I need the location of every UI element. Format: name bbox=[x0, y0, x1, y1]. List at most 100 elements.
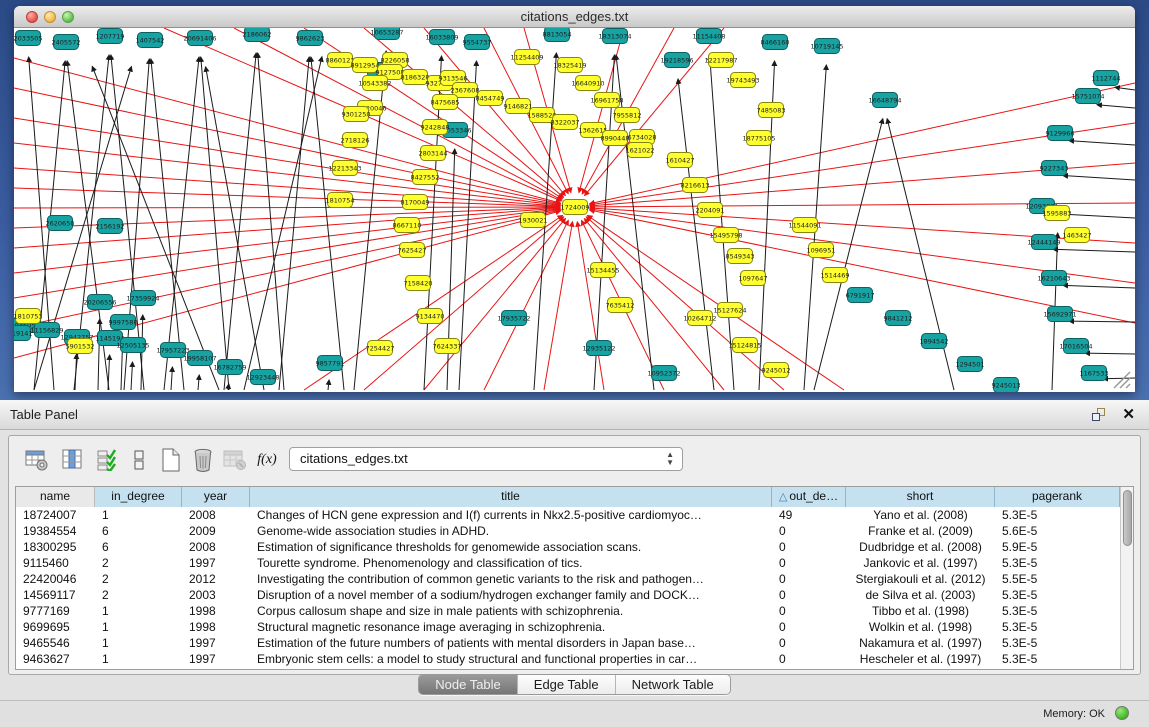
table-cell[interactable]: 5.3E-5 bbox=[995, 507, 1120, 523]
graph-node[interactable]: 17935722 bbox=[497, 311, 530, 326]
column-header-year[interactable]: year bbox=[182, 487, 250, 507]
graph-node[interactable]: 15692971 bbox=[1043, 307, 1076, 322]
table-cell[interactable]: 19384554 bbox=[16, 523, 95, 539]
graph-edge[interactable] bbox=[710, 55, 734, 390]
graph-edge[interactable] bbox=[544, 222, 572, 390]
graph-node[interactable]: 1894542 bbox=[920, 334, 949, 349]
column-header-name[interactable]: name bbox=[16, 487, 95, 507]
vertical-scrollbar[interactable] bbox=[1120, 487, 1133, 669]
graph-node[interactable]: 19743493 bbox=[726, 73, 759, 88]
graph-node[interactable]: 1621022 bbox=[626, 143, 655, 158]
canvas-resize-grip[interactable] bbox=[1114, 372, 1130, 388]
table-cell[interactable]: 2003 bbox=[182, 587, 250, 603]
table-cell[interactable]: 0 bbox=[772, 571, 846, 587]
graph-node[interactable]: 10264712 bbox=[683, 311, 716, 326]
graph-edge[interactable] bbox=[1063, 176, 1135, 180]
network-view-window[interactable]: citations_edges.txt 20335052405572120771… bbox=[14, 6, 1135, 392]
table-cell[interactable]: 6 bbox=[95, 539, 182, 555]
table-row[interactable]: 1830029562008Estimation of significance … bbox=[16, 539, 1120, 555]
table-cell[interactable]: de Silva et al. (2003) bbox=[846, 587, 995, 603]
table-cell[interactable]: Wolkin et al. (1998) bbox=[846, 619, 995, 635]
graph-edge[interactable] bbox=[424, 219, 565, 390]
network-canvas[interactable]: 2033505240557212077191407542206914062186… bbox=[14, 28, 1135, 392]
graph-node[interactable]: 16640910 bbox=[571, 76, 604, 91]
table-cell[interactable]: 1998 bbox=[182, 619, 250, 635]
import-table-icon[interactable] bbox=[93, 446, 121, 474]
function-builder-icon[interactable]: f(x) bbox=[253, 446, 281, 474]
graph-node[interactable]: 12505135 bbox=[116, 338, 149, 353]
table-cell[interactable]: 9463627 bbox=[16, 651, 95, 667]
graph-node[interactable]: 12217987 bbox=[704, 53, 737, 68]
table-cell[interactable]: 2008 bbox=[182, 507, 250, 523]
tab-network-table[interactable]: Network Table bbox=[616, 675, 730, 694]
table-cell[interactable]: 18300295 bbox=[16, 539, 95, 555]
table-cell[interactable]: Tibbo et al. (1998) bbox=[846, 603, 995, 619]
column-header-short[interactable]: short bbox=[846, 487, 995, 507]
graph-edge[interactable] bbox=[1115, 87, 1135, 90]
graph-node[interactable]: 8216613 bbox=[681, 178, 710, 193]
graph-node[interactable]: 15127624 bbox=[713, 303, 746, 318]
table-cell[interactable]: 0 bbox=[772, 587, 846, 603]
graph-node[interactable]: 12935122 bbox=[582, 341, 615, 356]
graph-node[interactable]: 18775105 bbox=[742, 131, 775, 146]
graph-node[interactable]: 11154408 bbox=[692, 29, 725, 44]
table-row[interactable]: 2242004622012Investigating the contribut… bbox=[16, 571, 1120, 587]
table-cell[interactable]: 0 bbox=[772, 539, 846, 555]
table-row[interactable]: 1938455462009Genome-wide association stu… bbox=[16, 523, 1120, 539]
graph-node[interactable]: 19958107 bbox=[183, 351, 216, 366]
table-disabled-icon[interactable] bbox=[221, 446, 249, 474]
graph-node[interactable]: 1207719 bbox=[96, 29, 125, 44]
table-cell[interactable]: 1 bbox=[95, 651, 182, 667]
table-cell[interactable]: Franke et al. (2009) bbox=[846, 523, 995, 539]
graph-node[interactable]: 8170049 bbox=[401, 195, 430, 210]
table-cell[interactable]: 22420046 bbox=[16, 571, 95, 587]
graph-node[interactable]: 7158420 bbox=[404, 276, 433, 291]
graph-node[interactable]: 8466160 bbox=[761, 35, 790, 50]
graph-node[interactable]: 2405572 bbox=[52, 35, 81, 50]
table-cell[interactable]: 9699695 bbox=[16, 619, 95, 635]
table-cell[interactable]: 5.3E-5 bbox=[995, 603, 1120, 619]
graph-node[interactable]: 8549343 bbox=[726, 249, 755, 264]
graph-edge[interactable] bbox=[98, 319, 100, 390]
table-cell[interactable]: Tourette syndrome. Phenomenology and cla… bbox=[250, 555, 772, 571]
graph-edge[interactable] bbox=[585, 28, 724, 195]
graph-edge[interactable] bbox=[131, 362, 133, 390]
graph-edge[interactable] bbox=[258, 53, 284, 390]
table-selector-dropdown[interactable]: citations_edges.txt ▲▼ bbox=[289, 447, 683, 471]
column-header-in_degree[interactable]: in_degree bbox=[95, 487, 182, 507]
graph-node[interactable]: 18325419 bbox=[553, 58, 586, 73]
graph-node[interactable]: 11254409 bbox=[510, 50, 543, 65]
table-cell[interactable]: 5.9E-5 bbox=[995, 539, 1120, 555]
graph-edge[interactable] bbox=[198, 375, 199, 390]
graph-node[interactable]: 1294501 bbox=[956, 357, 985, 372]
graph-node[interactable]: 9841212 bbox=[884, 311, 913, 326]
table-cell[interactable]: Jankovic et al. (1997) bbox=[846, 555, 995, 571]
graph-node[interactable]: 15124815 bbox=[728, 338, 761, 353]
graph-node[interactable]: 1112744 bbox=[1092, 71, 1121, 86]
graph-node[interactable]: 9245012 bbox=[762, 363, 791, 378]
table-cell[interactable]: 2012 bbox=[182, 571, 250, 587]
graph-node[interactable]: 9857791 bbox=[316, 356, 345, 371]
graph-node[interactable]: 16961758 bbox=[590, 93, 623, 108]
graph-node[interactable]: 8454749 bbox=[476, 91, 505, 106]
graph-node[interactable]: 2156192 bbox=[96, 219, 125, 234]
graph-node[interactable]: 20206556 bbox=[83, 295, 116, 310]
graph-edge[interactable] bbox=[14, 188, 560, 206]
graph-node[interactable]: 2803144 bbox=[419, 146, 448, 161]
table-cell[interactable]: Disruption of a novel member of a sodium… bbox=[250, 587, 772, 603]
graph-node[interactable]: 17359924 bbox=[126, 291, 159, 306]
graph-edge[interactable] bbox=[484, 220, 568, 390]
graph-node[interactable]: 5901532 bbox=[66, 339, 95, 354]
table-cell[interactable]: Investigating the contribution of common… bbox=[250, 571, 772, 587]
graph-node[interactable]: 1595883 bbox=[1043, 206, 1072, 221]
table-cell[interactable]: Stergiakouli et al. (2012) bbox=[846, 571, 995, 587]
table-cell[interactable]: 2 bbox=[95, 571, 182, 587]
table-cell[interactable]: 1997 bbox=[182, 651, 250, 667]
graph-node[interactable]: 7955812 bbox=[613, 108, 642, 123]
graph-edge[interactable] bbox=[311, 57, 344, 390]
table-cell[interactable]: 2 bbox=[95, 587, 182, 603]
delete-table-icon[interactable] bbox=[189, 446, 217, 474]
graph-node[interactable]: 19218596 bbox=[660, 53, 693, 68]
table-cell[interactable]: 5.3E-5 bbox=[995, 587, 1120, 603]
graph-node[interactable]: 9997588 bbox=[109, 315, 138, 330]
